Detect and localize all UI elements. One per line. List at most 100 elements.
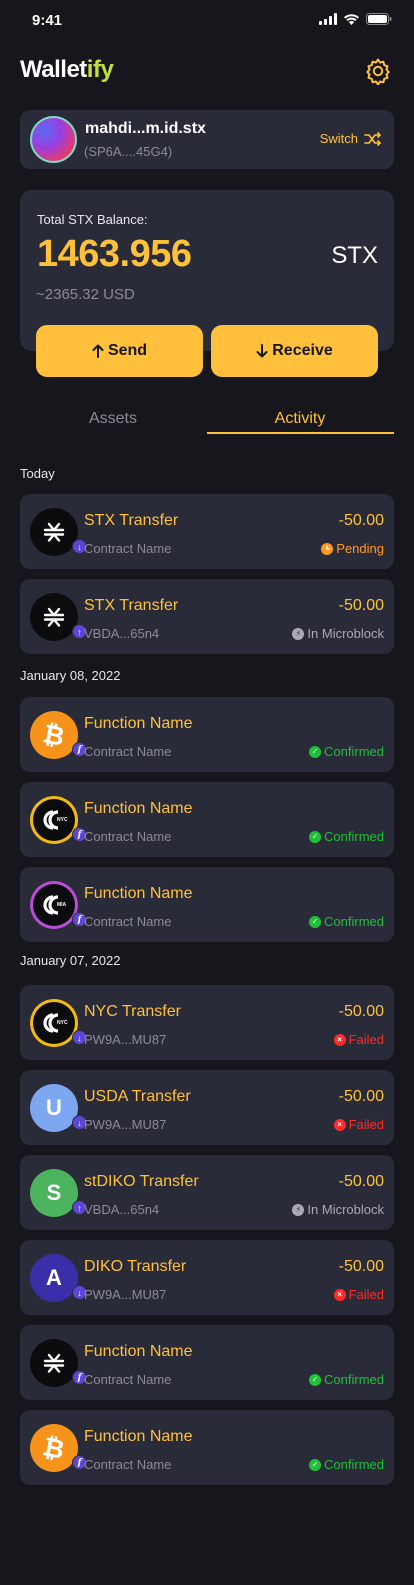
transaction-amount: -50.00 (338, 597, 384, 614)
transaction-subtitle: Contract Name (84, 1372, 172, 1387)
tab-assets[interactable]: Assets (20, 410, 206, 428)
status-text: Failed (348, 1287, 384, 1302)
transaction-amount: -50.00 (338, 1088, 384, 1105)
transaction-amount: -50.00 (338, 1258, 384, 1275)
transaction-subtitle: Contract Name (84, 541, 172, 556)
switch-account-button[interactable]: Switch (320, 131, 382, 146)
switch-label: Switch (319, 131, 358, 146)
transaction-subtitle: Contract Name (84, 829, 172, 844)
transaction-row[interactable]: ₿ f Function Name Contract Name ✓ Confirmed (20, 1410, 394, 1485)
bitcoin-icon: ₿ (30, 711, 78, 759)
active-tab-indicator (207, 432, 394, 434)
gear-icon[interactable] (364, 57, 392, 85)
transaction-subtitle: Contract Name (84, 914, 172, 929)
date-header-jan-08: January 08, 2022 (20, 668, 121, 683)
transaction-amount: -50.00 (338, 1173, 384, 1190)
avatar (30, 116, 77, 163)
send-button[interactable]: Send (36, 325, 203, 377)
transaction-subtitle: Contract Name (84, 744, 172, 759)
transaction-row[interactable]: ↓ STX Transfer Contract Name -50.00 Pending (20, 494, 394, 569)
transaction-title: STX Transfer (84, 597, 179, 614)
status-confirmed-icon: ✓ (309, 915, 322, 928)
arrow-up-icon (92, 344, 104, 358)
transaction-title: DIKO Transfer (84, 1258, 187, 1275)
status-confirmed-icon: ✓ (309, 830, 322, 843)
transaction-title: Function Name (84, 1428, 193, 1445)
status-text: Confirmed (324, 829, 384, 844)
diko-icon: A (30, 1254, 78, 1302)
status-text: Confirmed (324, 1457, 384, 1472)
transaction-subtitle: Contract Name (84, 1457, 172, 1472)
transaction-subtitle: PW9A...MU87 (84, 1032, 167, 1047)
signal-icon (319, 13, 337, 25)
transaction-title: USDA Transfer (84, 1088, 191, 1105)
status-text: Pending (336, 541, 384, 556)
transaction-row[interactable]: ₿ f Function Name Contract Name ✓ Confirmed (20, 697, 394, 772)
transaction-row[interactable]: f Function Name Contract Name ✓ Confirmed (20, 1325, 394, 1400)
date-header-today: Today (20, 466, 55, 481)
transaction-row[interactable]: ↑ STX Transfer VBDA...65n4 -50.00 ⚡ In Microb… (20, 579, 394, 654)
transaction-subtitle: VBDA...65n4 (84, 626, 160, 641)
transaction-title: Function Name (84, 1343, 193, 1360)
status-badge: ✓ Confirmed (309, 1372, 384, 1387)
receive-button[interactable]: Receive (211, 325, 378, 377)
account-address: (SP6A....45G4) (84, 144, 173, 159)
status-badge: ✓ Confirmed (309, 744, 384, 759)
transaction-title: Function Name (84, 715, 193, 732)
status-badge: Pending (321, 541, 384, 556)
status-failed-icon: × (333, 1118, 346, 1131)
nyc-coin-icon: NYC (30, 796, 78, 844)
app-logo: Walletify (20, 56, 114, 84)
balance-usd: ~2365.32 USD (36, 286, 135, 303)
status-pending-icon (321, 542, 334, 555)
transaction-title: Function Name (84, 800, 193, 817)
status-time: 9:41 (32, 12, 63, 29)
transaction-title: NYC Transfer (84, 1003, 181, 1020)
coin-ring-text: NYC (57, 1020, 68, 1026)
mia-coin-icon: MIA (30, 881, 78, 929)
status-icons (319, 13, 392, 25)
logo-accent-text: ify (86, 56, 114, 83)
date-header-jan-07: January 07, 2022 (20, 953, 121, 968)
transaction-amount: -50.00 (338, 1003, 384, 1020)
transaction-row[interactable]: NYC f Function Name Contract Name ✓ Confirmed (20, 782, 394, 857)
tab-activity[interactable]: Activity (207, 410, 393, 428)
transaction-title: STX Transfer (84, 512, 179, 529)
bitcoin-icon: ₿ (30, 1424, 78, 1472)
status-text: In Microblock (307, 626, 384, 641)
transaction-row[interactable]: NYC ↓ NYC Transfer PW9A...MU87 -50.00 × Failed (20, 985, 394, 1060)
nyc-coin-icon: NYC (30, 999, 78, 1047)
transaction-amount: -50.00 (338, 512, 384, 529)
account-card[interactable]: mahdi...m.id.stx (SP6A....45G4) Switch (20, 110, 394, 169)
transaction-row[interactable]: U ↓ USDA Transfer PW9A...MU87 -50.00 × Failed (20, 1070, 394, 1145)
transaction-subtitle: VBDA...65n4 (84, 1202, 160, 1217)
status-badge: ✓ Confirmed (309, 1457, 384, 1472)
transaction-row[interactable]: S ↑ stDIKO Transfer VBDA...65n4 -50.00 ⚡ In Mi… (20, 1155, 394, 1230)
transaction-title: stDIKO Transfer (84, 1173, 199, 1190)
balance-amount: 1463.956 (37, 233, 192, 275)
transaction-row[interactable]: A ↓ DIKO Transfer PW9A...MU87 -50.00 × Failed (20, 1240, 394, 1315)
wifi-icon (344, 14, 359, 25)
transaction-row[interactable]: MIA f Function Name Contract Name ✓ Confirmed (20, 867, 394, 942)
status-failed-icon: × (333, 1288, 346, 1301)
status-text: Confirmed (324, 744, 384, 759)
receive-label: Receive (272, 342, 333, 359)
status-micro-icon: ⚡ (292, 1203, 305, 1216)
transaction-title: Function Name (84, 885, 193, 902)
status-text: Failed (348, 1032, 384, 1047)
balance-label: Total STX Balance: (37, 212, 148, 227)
status-badge: ⚡ In Microblock (292, 1202, 384, 1217)
stdiko-icon: S (30, 1169, 78, 1217)
stx-icon (30, 1339, 78, 1387)
status-confirmed-icon: ✓ (309, 745, 322, 758)
status-badge: ✓ Confirmed (309, 829, 384, 844)
status-confirmed-icon: ✓ (309, 1458, 322, 1471)
arrow-down-icon (256, 344, 268, 358)
status-text: Failed (348, 1117, 384, 1132)
stx-icon (30, 508, 78, 556)
status-confirmed-icon: ✓ (309, 1373, 322, 1386)
balance-unit: STX (331, 242, 378, 269)
status-text: In Microblock (307, 1202, 384, 1217)
status-badge: × Failed (333, 1287, 384, 1302)
transaction-subtitle: PW9A...MU87 (84, 1287, 167, 1302)
